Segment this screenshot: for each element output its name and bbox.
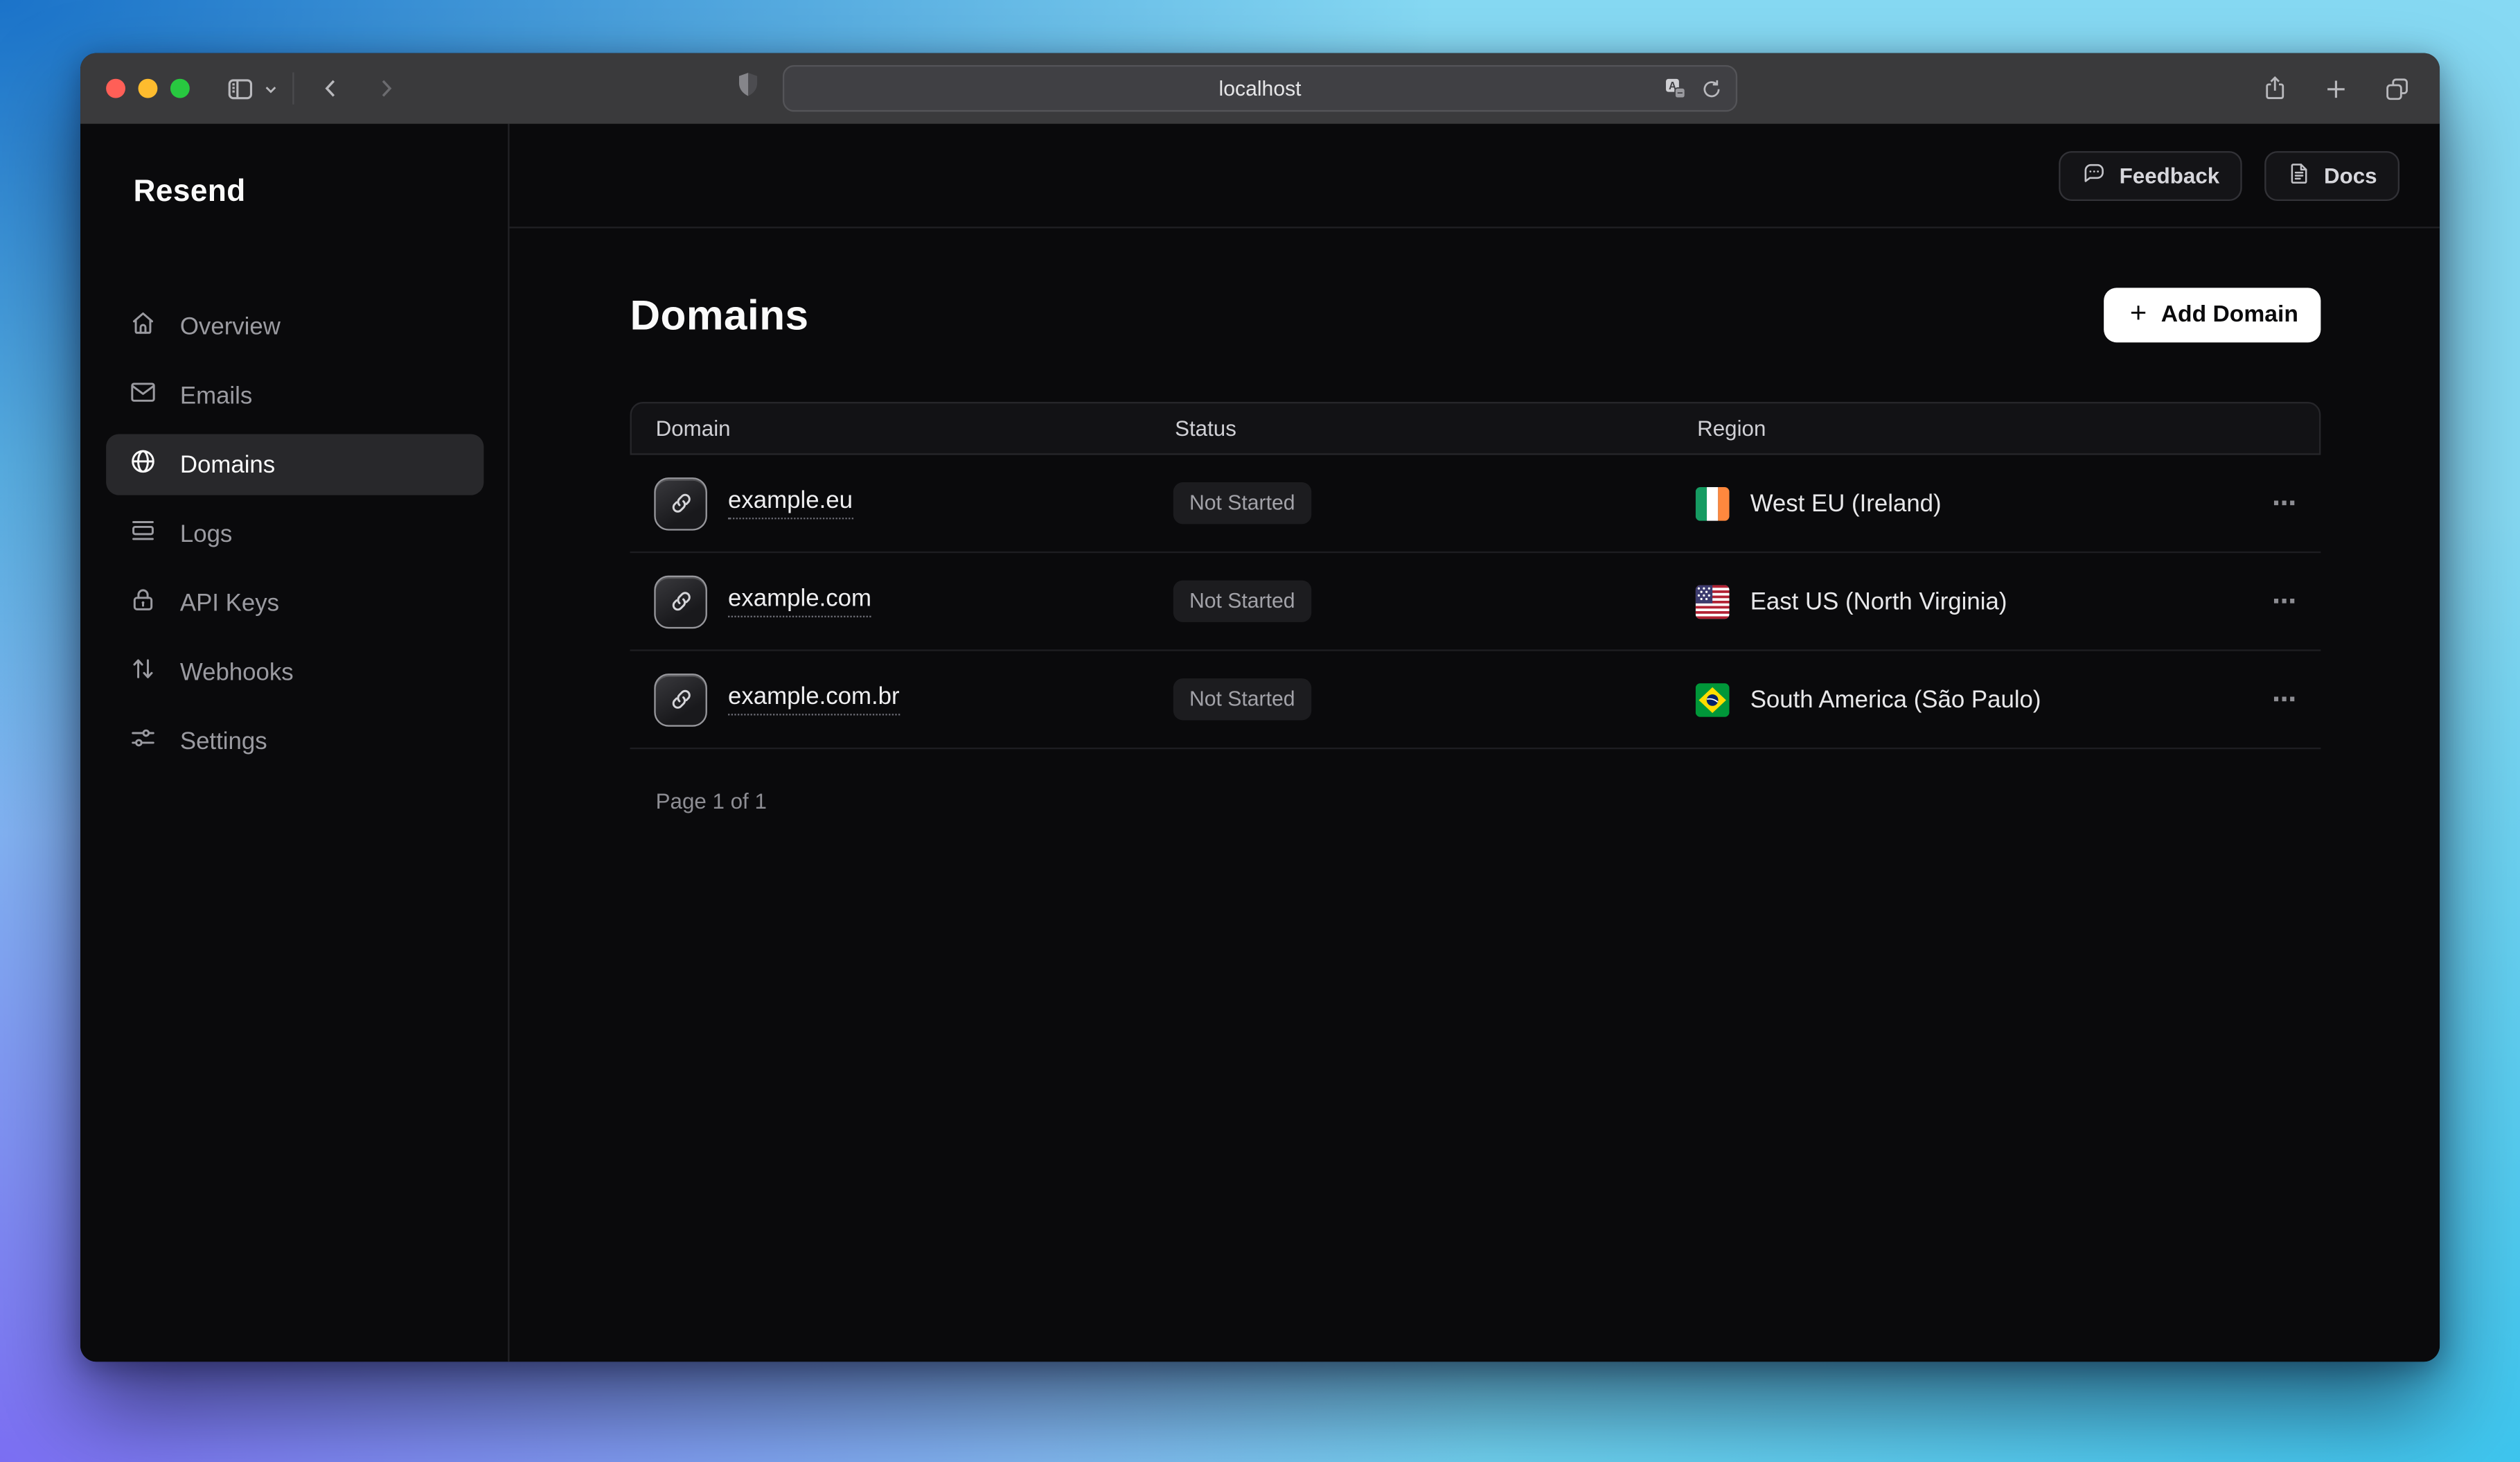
brazil-flag: [1696, 682, 1730, 716]
sidebar-item-settings[interactable]: Settings: [106, 711, 483, 772]
address-bar-actions: A: [1663, 67, 1723, 110]
sidebar-item-label: Domains: [180, 451, 275, 478]
status-badge: Not Started: [1173, 581, 1311, 622]
page-title: Domains: [630, 290, 809, 340]
toolbar-left-controls: [225, 72, 399, 104]
sidebar-item-label: Settings: [180, 728, 267, 755]
chat-bubble-icon: [2081, 160, 2106, 191]
add-domain-button[interactable]: Add Domain: [2103, 288, 2321, 342]
row-actions-button[interactable]: ⋯: [2250, 685, 2321, 714]
reload-icon[interactable]: [1701, 77, 1723, 99]
table-row: example.eu Not Started West EU (Ireland)…: [630, 455, 2321, 554]
content-area: Feedback Docs Domains: [510, 124, 2440, 1362]
usa-flag: [1696, 584, 1730, 618]
tabs-icon[interactable]: [2384, 75, 2411, 102]
sidebar-item-label: Webhooks: [180, 658, 294, 685]
domains-table: Domain Status Region: [630, 402, 2321, 749]
sidebar-item-api-keys[interactable]: API Keys: [106, 572, 483, 633]
ireland-flag: [1696, 486, 1730, 520]
docs-button-label: Docs: [2324, 164, 2377, 188]
sidebar-item-label: Overview: [180, 312, 281, 340]
zoom-window-button[interactable]: [170, 79, 190, 98]
link-icon[interactable]: [654, 673, 707, 726]
sidebar-item-domains[interactable]: Domains: [106, 434, 483, 495]
sidebar-item-overview[interactable]: Overview: [106, 296, 483, 357]
table-header: Domain Status Region: [630, 402, 2321, 455]
sidebar-item-webhooks[interactable]: Webhooks: [106, 642, 483, 703]
chevron-down-icon[interactable]: [262, 80, 280, 98]
domain-link[interactable]: example.com: [728, 585, 871, 617]
back-icon[interactable]: [318, 76, 344, 101]
new-tab-icon[interactable]: [2323, 75, 2350, 102]
sidebar: Resend Overview: [80, 124, 509, 1362]
webhooks-icon: [129, 654, 158, 689]
address-bar-url: localhost: [1219, 76, 1302, 100]
domain-link[interactable]: example.com.br: [728, 683, 900, 715]
minimize-window-button[interactable]: [139, 79, 158, 98]
link-icon[interactable]: [654, 477, 707, 530]
resend-logo: Resend: [134, 175, 484, 211]
column-header-domain: Domain: [632, 416, 1151, 441]
mail-icon: [129, 378, 158, 413]
toolbar-right-controls: [2262, 53, 2411, 124]
domain-link[interactable]: example.eu: [728, 487, 853, 519]
sidebar-item-label: Logs: [180, 520, 232, 547]
sidebar-item-emails[interactable]: Emails: [106, 365, 483, 426]
sidebar-item-logs[interactable]: Logs: [106, 503, 483, 564]
table-row: example.com Not Started East U: [630, 553, 2321, 651]
region-label: South America (São Paulo): [1750, 686, 2041, 713]
document-icon: [2287, 160, 2312, 191]
feedback-button-label: Feedback: [2120, 164, 2220, 188]
close-window-button[interactable]: [106, 79, 125, 98]
table-row: example.com.br Not Started Sou: [630, 651, 2321, 750]
add-domain-button-label: Add Domain: [2161, 302, 2298, 328]
toolbar-divider: [292, 72, 294, 104]
sidebar-nav: Overview Emails: [106, 296, 483, 772]
browser-toolbar: localhost A: [80, 53, 2440, 124]
row-actions-button[interactable]: ⋯: [2250, 488, 2321, 518]
sidebar-item-label: API Keys: [180, 589, 279, 616]
pagination-status: Page 1 of 1: [630, 789, 2321, 813]
browser-window: localhost A: [80, 53, 2440, 1362]
translate-icon[interactable]: A: [1663, 76, 1687, 100]
lock-icon: [129, 585, 158, 621]
sidebar-item-label: Emails: [180, 382, 252, 409]
plus-icon: [2126, 300, 2150, 331]
column-header-region: Region: [1673, 416, 2248, 441]
traffic-lights: [106, 79, 190, 98]
status-badge: Not Started: [1173, 482, 1311, 524]
settings-icon: [129, 723, 158, 759]
logs-icon: [129, 516, 158, 552]
column-header-status: Status: [1151, 416, 1673, 441]
content-topbar: Feedback Docs: [510, 124, 2440, 229]
region-label: East US (North Virginia): [1750, 588, 2007, 615]
feedback-button[interactable]: Feedback: [2058, 150, 2242, 200]
desktop-background: localhost A: [0, 0, 2520, 1462]
forward-icon[interactable]: [373, 76, 398, 101]
status-badge: Not Started: [1173, 678, 1311, 720]
domains-page: Domains Add Domain Domain Status Re: [510, 228, 2440, 813]
share-icon[interactable]: [2262, 74, 2289, 103]
address-bar[interactable]: localhost A: [783, 65, 1737, 112]
globe-icon: [129, 447, 158, 482]
home-icon: [129, 308, 158, 344]
row-actions-button[interactable]: ⋯: [2250, 587, 2321, 616]
link-icon[interactable]: [654, 574, 707, 628]
sidebar-toggle-icon[interactable]: [225, 73, 256, 104]
docs-button[interactable]: Docs: [2264, 150, 2399, 200]
resend-app: Resend Overview: [80, 124, 2440, 1362]
shield-icon[interactable]: [736, 71, 761, 106]
region-label: West EU (Ireland): [1750, 490, 1942, 517]
